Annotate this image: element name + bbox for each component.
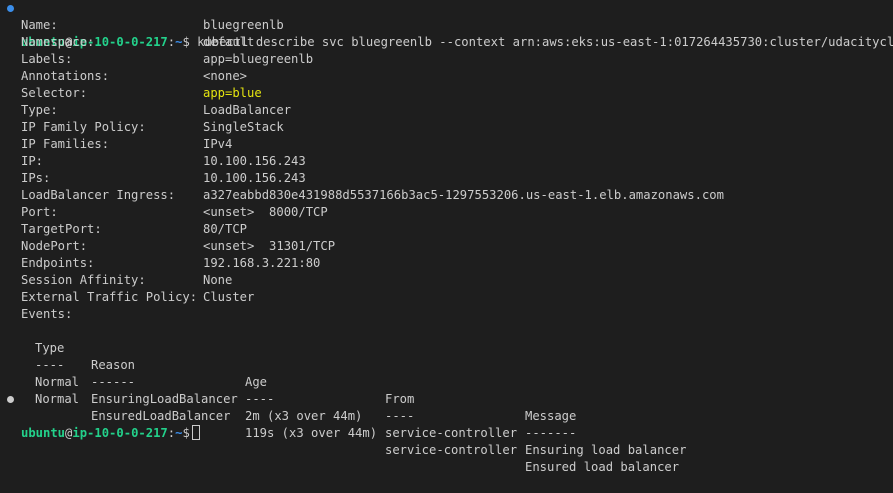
prompt-dollar: $ (182, 35, 190, 49)
field-value: 192.168.3.221:80 (203, 256, 321, 270)
command-status-dot-icon[interactable] (7, 5, 14, 12)
field-label: Type: (21, 103, 58, 117)
events-row: Normal EnsuredLoadBalancer 119s (x3 over… (0, 374, 679, 474)
event-age: 119s (x3 over 44m) (245, 426, 378, 440)
command-line: ubuntu@ip-10-0-0-217:~$ kubectl describe… (0, 0, 893, 49)
event-message: Ensuring load balancer (525, 443, 687, 457)
field-value: LoadBalancer (203, 103, 292, 117)
field-value: bluegreenlb (203, 18, 284, 32)
field-value: IPv4 (203, 137, 233, 151)
field-label: Session Affinity: (21, 273, 146, 287)
prompt-status-dot-icon[interactable] (7, 396, 14, 403)
events-header-age: Age (245, 375, 268, 389)
field-label: Labels: (21, 52, 73, 66)
event-from: service-controller (385, 443, 518, 457)
events-separator: ------ (91, 375, 136, 389)
field-value: None (203, 273, 233, 287)
events-label: Events: (21, 307, 73, 321)
field-value: 80/TCP (203, 222, 248, 236)
events-separator: ------- (525, 426, 577, 440)
selector-value-highlighted: app=blue (203, 86, 262, 100)
field-label: Name: (21, 18, 58, 32)
field-label: LoadBalancer Ingress: (21, 188, 176, 202)
field-value: <unset> 31301/TCP (203, 239, 336, 253)
field-label: IPs: (21, 171, 51, 185)
field-label: TargetPort: (21, 222, 102, 236)
field-label: NodePort: (21, 239, 88, 253)
field-label: Port: (21, 205, 58, 219)
prompt-path: ~ (175, 426, 183, 440)
event-from: service-controller (385, 426, 518, 440)
field-value: default (203, 35, 255, 49)
field-value: app=bluegreenlb (203, 52, 314, 66)
prompt: ubuntu@ip-10-0-0-217:~$ kubectl describe… (21, 34, 893, 51)
field-label: Annotations: (21, 69, 110, 83)
field-label: External Traffic Policy: (21, 290, 198, 304)
final-prompt-line: ubuntu@ip-10-0-0-217:~$ (0, 391, 893, 440)
field-value: Cluster (203, 290, 255, 304)
field-value: <unset> 8000/TCP (203, 205, 328, 219)
prompt-colon: : (167, 35, 176, 49)
field-label: IP Family Policy: (21, 120, 146, 134)
text-cursor[interactable] (191, 425, 200, 440)
events-header-row: Type Reason Age From Message (0, 323, 576, 423)
field-value: a327eabbd830e431988d5537166b3ac5-1297553… (203, 188, 724, 202)
event-message: Ensured load balancer (525, 460, 680, 474)
prompt-host: ip-10-0-0-217 (72, 426, 168, 440)
field-value: SingleStack (203, 120, 284, 134)
prompt-at: @ (65, 426, 73, 440)
field-value: 10.100.156.243 (203, 154, 306, 168)
events-row: Normal EnsuringLoadBalancer 2m (x3 over … (0, 357, 686, 457)
field-label: IP: (21, 154, 44, 168)
events-header-reason: Reason (91, 358, 136, 372)
field-value: <none> (203, 69, 248, 83)
terminal-window[interactable]: ubuntu@ip-10-0-0-217:~$ kubectl describe… (0, 0, 893, 474)
command-text: kubectl describe svc bluegreenlb --conte… (189, 35, 893, 49)
prompt-dollar: $ (182, 426, 190, 440)
field-value: 10.100.156.243 (203, 171, 306, 185)
prompt: ubuntu@ip-10-0-0-217:~$ (21, 425, 200, 442)
events-separator-row: ---- ------ ---- ---- ------- (0, 340, 576, 440)
field-label: IP Families: (21, 137, 110, 151)
field-label: Namespace: (21, 35, 95, 49)
prompt-user: ubuntu (21, 426, 66, 440)
prompt-colon: : (167, 426, 176, 440)
field-label: Selector: (21, 86, 88, 100)
field-label: Endpoints: (21, 256, 95, 270)
